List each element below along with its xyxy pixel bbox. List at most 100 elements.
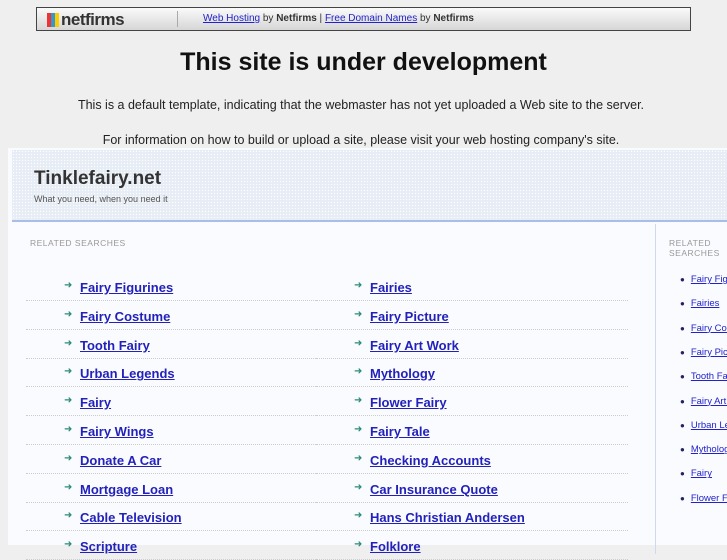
related-search-link[interactable]: Fairy Figurines — [80, 280, 173, 295]
brand-text: Netfirms — [276, 13, 317, 24]
parked-page-frame: Tinklefairy.net What you need, when you … — [8, 148, 727, 560]
side-search-item: ● Fairy Figurines — [680, 274, 727, 285]
arrow-icon: ➜ — [354, 366, 363, 378]
side-search-item: ● Urban Legends — [680, 420, 727, 431]
arrow-icon: ➜ — [64, 337, 73, 349]
web-hosting-link[interactable]: Web Hosting — [203, 13, 260, 24]
side-search-link[interactable]: Fairy Costume — [691, 323, 727, 334]
arrow-icon: ➜ — [354, 308, 363, 320]
arrow-icon: ➜ — [64, 481, 73, 493]
arrow-icon: ➜ — [354, 337, 363, 349]
arrow-icon: ➜ — [64, 366, 73, 378]
arrow-icon: ➜ — [64, 280, 73, 291]
related-search-link[interactable]: Folklore — [370, 539, 421, 554]
related-search-link[interactable]: Fairy Picture — [370, 309, 449, 324]
search-row: ➜ Urban Legends — [26, 358, 316, 388]
side-search-link[interactable]: Fairy Picture — [691, 347, 727, 358]
banner-links: Web Hosting by Netfirms | Free Domain Na… — [203, 13, 474, 24]
related-search-link[interactable]: Car Insurance Quote — [370, 482, 498, 497]
related-searches-label: RELATED SEARCHES — [669, 238, 720, 258]
related-search-link[interactable]: Mortgage Loan — [80, 482, 173, 497]
side-search-item: ● Flower Fairy — [680, 493, 727, 504]
free-domain-link[interactable]: Free Domain Names — [325, 13, 417, 24]
side-search-link[interactable]: Fairy — [691, 468, 712, 479]
arrow-icon: ➜ — [354, 481, 363, 493]
search-row: ➜ Fairy Tale — [316, 416, 628, 445]
site-header: Tinklefairy.net What you need, when you … — [12, 150, 727, 222]
by-text: by — [417, 13, 434, 24]
search-row: ➜ Fairy — [26, 387, 316, 417]
related-search-link[interactable]: Fairy Art Work — [370, 338, 459, 353]
search-row: ➜ Fairy Picture — [316, 301, 628, 330]
bullet-icon: ● — [680, 469, 685, 479]
search-row: ➜ Checking Accounts — [316, 445, 628, 474]
site-name: Tinklefairy.net — [34, 168, 162, 189]
related-search-link[interactable]: Checking Accounts — [370, 453, 491, 468]
search-row: ➜ Folklore — [316, 531, 628, 560]
bullet-icon: ● — [680, 372, 685, 382]
related-search-link[interactable]: Fairy Costume — [80, 309, 170, 324]
related-search-link[interactable]: Fairies — [370, 280, 412, 295]
site-tagline: What you need, when you need it — [34, 194, 168, 204]
side-search-link[interactable]: Tooth Fairy — [691, 371, 727, 382]
page-title: This site is under development — [180, 48, 547, 76]
related-searches-label: RELATED SEARCHES — [30, 238, 126, 248]
arrow-icon: ➜ — [354, 395, 363, 407]
bullet-icon: ● — [680, 299, 685, 309]
related-search-link[interactable]: Urban Legends — [80, 366, 175, 381]
side-search-item: ● Fairy Picture — [680, 347, 727, 358]
side-search-item: ● Fairies — [680, 298, 719, 309]
brand-text: Netfirms — [433, 13, 474, 24]
search-row: ➜ Car Insurance Quote — [316, 474, 628, 503]
search-row: ➜ Mortgage Loan — [26, 474, 316, 503]
arrow-icon: ➜ — [64, 452, 73, 464]
netfirms-logo[interactable]: netfirms — [47, 10, 125, 30]
side-search-link[interactable]: Mythology — [691, 444, 727, 455]
pipe: | — [316, 13, 325, 24]
search-row: ➜ Hans Christian Andersen — [316, 502, 628, 532]
side-search-link[interactable]: Flower Fairy — [691, 493, 727, 504]
side-search-item: ● Fairy Costume — [680, 323, 727, 334]
search-row: ➜ Donate A Car — [26, 445, 316, 474]
related-search-link[interactable]: Scripture — [80, 539, 137, 554]
search-row: ➜ Mythology — [316, 358, 628, 388]
side-search-item: ● Tooth Fairy — [680, 371, 727, 382]
related-search-link[interactable]: Cable Television — [80, 510, 182, 525]
by-text: by — [260, 13, 277, 24]
related-search-link[interactable]: Flower Fairy — [370, 395, 447, 410]
search-row: ➜ Cable Television — [26, 502, 316, 532]
related-search-link[interactable]: Mythology — [370, 366, 435, 381]
bullet-icon: ● — [680, 445, 685, 455]
side-search-link[interactable]: Fairy Figurines — [691, 274, 727, 285]
netfirms-logo-icon — [47, 13, 59, 27]
side-search-item: ● Mythology — [680, 444, 727, 455]
arrow-icon: ➜ — [354, 452, 363, 464]
search-row: ➜ Fairy Costume — [26, 301, 316, 330]
bullet-icon: ● — [680, 420, 685, 430]
bullet-icon: ● — [680, 493, 685, 503]
arrow-icon: ➜ — [64, 308, 73, 320]
related-search-link[interactable]: Hans Christian Andersen — [370, 510, 525, 525]
arrow-icon: ➜ — [354, 510, 363, 522]
arrow-icon: ➜ — [64, 395, 73, 407]
bullet-icon: ● — [680, 323, 685, 333]
side-search-link[interactable]: Urban Legends — [691, 420, 727, 431]
arrow-icon: ➜ — [354, 280, 363, 291]
related-search-link[interactable]: Fairy Wings — [80, 424, 154, 439]
related-search-link[interactable]: Fairy Tale — [370, 424, 430, 439]
arrow-icon: ➜ — [64, 510, 73, 522]
side-search-link[interactable]: Fairy Art Work — [691, 396, 727, 407]
related-searches-side: RELATED SEARCHES ● Fairy Figurines ● Fairie… — [658, 224, 727, 554]
related-search-link[interactable]: Donate A Car — [80, 453, 161, 468]
related-search-link[interactable]: Tooth Fairy — [80, 338, 150, 353]
search-row: ➜ Scripture — [26, 531, 316, 560]
related-search-link[interactable]: Fairy — [80, 395, 111, 410]
side-search-item: ● Fairy Art Work — [680, 396, 727, 407]
search-row: ➜ Fairy Art Work — [316, 330, 628, 359]
bullet-icon: ● — [680, 396, 685, 406]
side-search-link[interactable]: Fairies — [691, 298, 720, 309]
arrow-icon: ➜ — [64, 424, 73, 435]
side-search-item: ● Fairy — [680, 468, 712, 479]
divider — [177, 11, 178, 27]
search-row: ➜ Flower Fairy — [316, 387, 628, 417]
